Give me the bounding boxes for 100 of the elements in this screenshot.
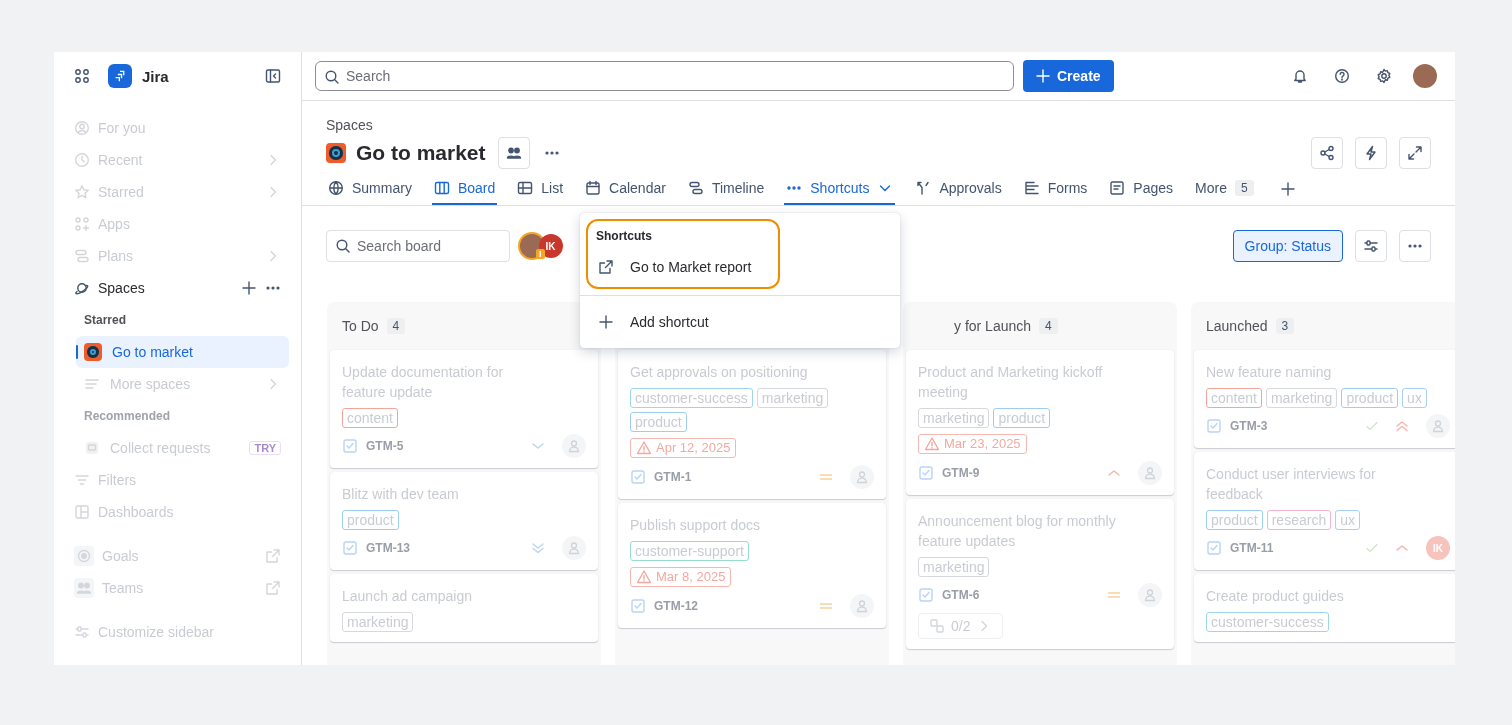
tab[interactable]: Forms (1021, 173, 1090, 205)
table-icon (517, 180, 534, 196)
settings-icon (1376, 68, 1392, 84)
menu-item[interactable]: Add shortcut (580, 296, 900, 348)
people-button[interactable] (497, 137, 530, 169)
menu-item[interactable]: Go to Market report (588, 253, 778, 281)
group-by-button[interactable]: Group: Status (1232, 230, 1343, 262)
page-icon (1109, 180, 1126, 196)
external-link-icon (598, 259, 614, 275)
checkbox-icon (630, 598, 646, 614)
lines-icon (84, 376, 100, 392)
sidebar-item[interactable]: Go to market (76, 336, 289, 368)
warning-icon (924, 436, 940, 452)
planet-icon (74, 280, 90, 296)
collapse-sidebar-icon (265, 68, 281, 84)
tab[interactable]: Board (431, 173, 498, 205)
dashboard-icon (74, 504, 90, 520)
plans-icon (74, 248, 90, 264)
issue-key: GTM-3 (1230, 419, 1268, 433)
timeline-icon (687, 180, 704, 196)
tab[interactable]: List (515, 173, 566, 205)
checkbox-icon (1206, 418, 1222, 434)
checkbox-icon (918, 465, 934, 481)
plus-icon (1279, 181, 1296, 197)
issue-key: GTM-6 (942, 588, 980, 602)
grid-icon (74, 68, 90, 84)
user-circle-icon (74, 120, 90, 136)
column-title: Launched (1206, 318, 1268, 334)
due-date: Mar 23, 2025 (918, 434, 1027, 454)
user-avatar[interactable]: IK (1426, 536, 1450, 560)
external-link-icon (265, 580, 281, 596)
tab[interactable]: Approvals (913, 173, 1004, 205)
due-date: Mar 8, 2025 (630, 567, 732, 587)
count-badge: 3 (1275, 318, 1295, 334)
bell-icon (1292, 68, 1308, 84)
clock-icon (74, 152, 90, 168)
section-heading: Recommended (83, 408, 172, 425)
checkbox-icon (918, 587, 934, 603)
count-badge: 4 (1039, 318, 1058, 334)
automation-button[interactable] (1355, 137, 1387, 169)
tab[interactable]: Summary (326, 173, 414, 205)
count-badge: 5 (1234, 180, 1254, 196)
share-icon (1319, 145, 1335, 161)
jira-logo[interactable] (108, 64, 132, 88)
subtask-icon (929, 618, 945, 634)
board-search-field[interactable]: Search board (326, 230, 510, 262)
help-icon (1334, 68, 1350, 84)
external-link-icon (265, 548, 281, 564)
menu-heading: Shortcuts (595, 229, 653, 245)
filter-icon (74, 472, 90, 488)
project-icon (84, 343, 102, 361)
tab[interactable]: Shortcuts (784, 173, 896, 205)
tab[interactable]: Pages (1107, 173, 1176, 205)
user-avatar[interactable] (1413, 64, 1437, 88)
create-button[interactable]: Create (1023, 60, 1114, 92)
sliders-icon (74, 624, 90, 640)
issue-key: GTM-12 (654, 599, 698, 613)
tab[interactable]: Timeline (685, 173, 767, 205)
warning-icon (636, 440, 652, 456)
star-icon (74, 184, 90, 200)
count-badge: 4 (386, 318, 406, 334)
forms-icon (1023, 180, 1040, 196)
globe-icon (328, 180, 344, 196)
plus-icon (1035, 68, 1051, 84)
people-icon (74, 578, 94, 598)
project-icon (326, 143, 346, 163)
issue-key: GTM-11 (1230, 541, 1274, 555)
breadcrumb-link[interactable]: Spaces (326, 117, 1431, 133)
people-icon (505, 145, 522, 161)
tab[interactable]: More 5 (1193, 173, 1256, 205)
share-button[interactable] (1311, 137, 1343, 169)
issue-key: GTM-9 (942, 466, 980, 480)
due-date: Apr 12, 2025 (630, 438, 737, 458)
checkbox-icon (342, 438, 358, 454)
calendar-icon (585, 180, 602, 196)
checkbox-icon (342, 540, 358, 556)
plus-icon (598, 314, 614, 330)
board-icon (433, 180, 450, 196)
app-name: Jira (142, 67, 169, 85)
page-title: Go to market (356, 141, 486, 165)
target-icon (74, 546, 94, 566)
warning-icon (636, 569, 652, 585)
fullscreen-button[interactable] (1399, 137, 1431, 169)
view-settings-button[interactable] (1355, 230, 1387, 262)
try-badge: TRY (249, 441, 281, 455)
expand-icon (1407, 145, 1423, 161)
column-title: y for Launch (954, 318, 1032, 334)
checkbox-icon (1206, 540, 1222, 556)
avatar-badge: I (536, 249, 545, 259)
issue-key: GTM-13 (366, 541, 410, 555)
branch-icon (915, 180, 932, 196)
issue-key: GTM-5 (366, 439, 404, 453)
apps-icon (74, 216, 90, 232)
plus-icon (241, 280, 257, 296)
issue-key: GTM-1 (654, 470, 692, 484)
tab[interactable]: Calendar (583, 173, 668, 205)
sidebar-item[interactable]: Spaces (66, 272, 289, 304)
search-icon (324, 69, 340, 85)
search-field[interactable]: Search (315, 61, 1014, 91)
sliders-icon (1363, 238, 1379, 254)
